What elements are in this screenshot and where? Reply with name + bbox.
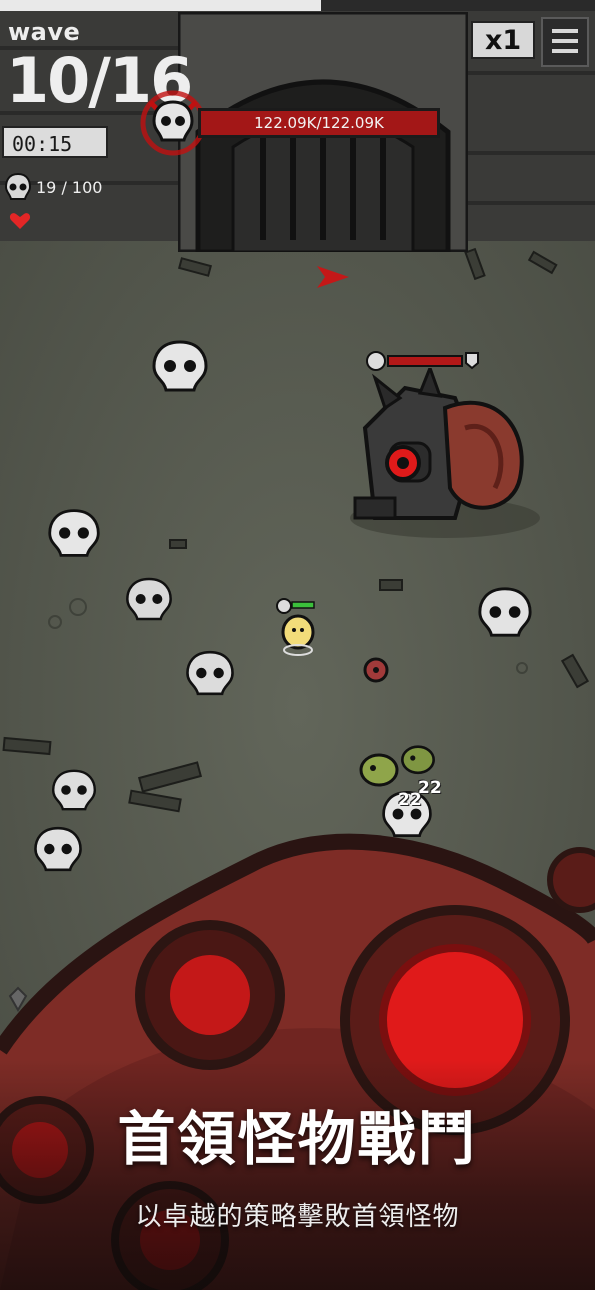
- skull-icon: [4, 172, 32, 200]
- heart-icon: [9, 213, 31, 229]
- stage-progress-bar: [0, 0, 595, 11]
- menu-button[interactable]: [541, 17, 589, 67]
- stage-progress-fill: [0, 0, 322, 11]
- hamburger-bar: [552, 49, 578, 53]
- game-screen[interactable]: wave 10/16 00:15 19 / 100 122.09K/122.09…: [0, 0, 595, 1290]
- skull-enemy[interactable]: [46, 508, 102, 558]
- goblin-enemy[interactable]: [398, 740, 438, 776]
- goblin-enemy[interactable]: [356, 748, 402, 788]
- boss-monster[interactable]: [345, 368, 545, 548]
- wave-label: wave: [8, 18, 81, 46]
- kill-counter: 19 / 100: [36, 178, 103, 197]
- player-character[interactable]: [272, 596, 318, 658]
- timer-box: 00:15: [2, 126, 108, 158]
- skull-enemy[interactable]: [184, 650, 236, 696]
- speed-toggle-button[interactable]: x1: [471, 21, 535, 59]
- promo-headline: 首領怪物戰鬥: [117, 1105, 478, 1173]
- damage-number: 22: [398, 790, 422, 810]
- hamburger-menu-icon: [552, 29, 578, 33]
- arrow-pointer-icon: [317, 266, 349, 288]
- speed-label: x1: [485, 25, 522, 56]
- skull-enemy[interactable]: [476, 586, 534, 638]
- skull-enemy[interactable]: [150, 340, 210, 392]
- imp-enemy[interactable]: [362, 652, 396, 686]
- timer-text: 00:15: [12, 132, 73, 156]
- hamburger-bar: [552, 39, 578, 43]
- boss-health-text: 122.09K/122.09K: [254, 114, 384, 132]
- promo-subline: 以卓越的策略擊敗首領怪物: [135, 1202, 460, 1232]
- boss-health-bar: 122.09K/122.09K: [198, 108, 440, 138]
- boss-health-indicator: [366, 351, 479, 371]
- skull-enemy[interactable]: [50, 768, 98, 812]
- skull-enemy[interactable]: [124, 576, 174, 622]
